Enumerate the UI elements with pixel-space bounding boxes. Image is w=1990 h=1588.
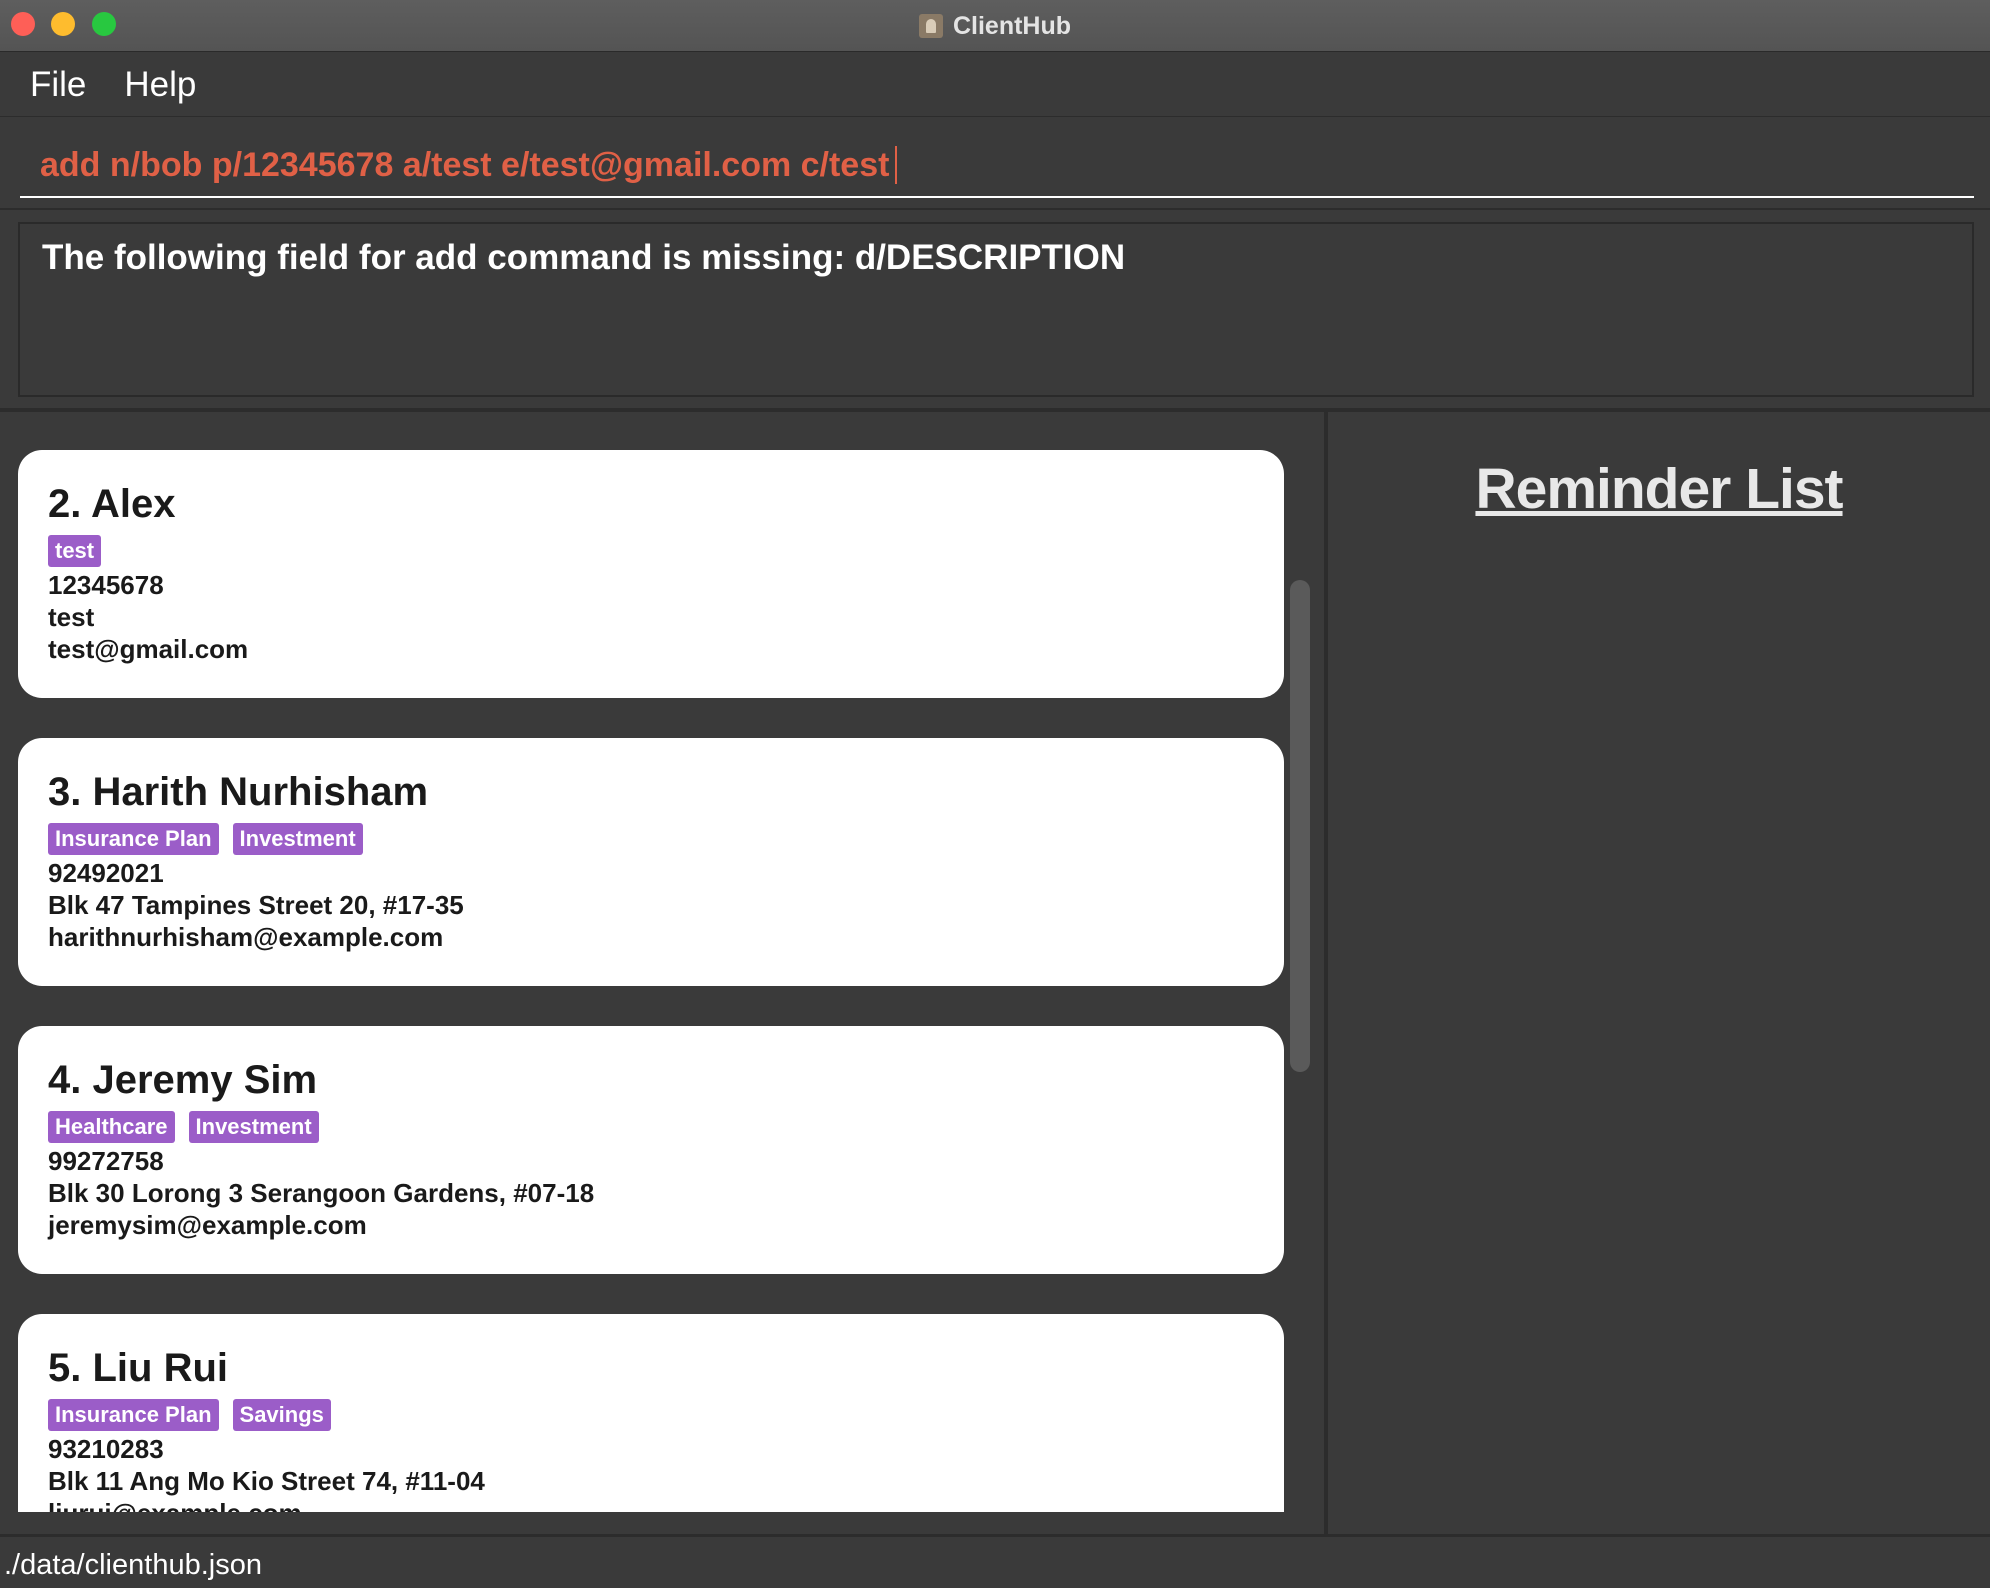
menu-file[interactable]: File [30,65,86,105]
text-caret [895,146,898,184]
reminder-list-title: Reminder List [1475,457,1843,521]
person-card[interactable]: 2. Alex test 12345678 test test@gmail.co… [18,450,1284,698]
result-message: The following field for add command is m… [42,238,1126,277]
tag: Investment [232,823,363,855]
tag-list: Insurance Plan Investment [48,823,363,855]
person-phone: 92492021 [48,858,164,888]
menu-bar: File Help [0,53,1990,117]
person-address: Blk 47 Tampines Street 20, #17-35 [48,890,464,920]
person-address: test [48,602,95,632]
tag: Healthcare [48,1111,175,1143]
person-phone: 12345678 [48,570,164,600]
person-address: Blk 30 Lorong 3 Serangoon Gardens, #07-1… [48,1178,595,1208]
menu-help[interactable]: Help [124,65,196,105]
person-name: 3. Harith Nurhisham [48,770,429,814]
tag: Investment [188,1111,319,1143]
person-name: 5. Liu Rui [48,1346,228,1390]
app-icon [918,14,943,38]
person-card[interactable]: 5. Liu Rui Insurance Plan Savings 932102… [18,1314,1284,1512]
reminder-panel: Reminder List [1328,412,1990,1534]
command-input[interactable]: add n/bob p/12345678 a/test e/test@gmail… [20,134,1974,198]
person-email: test@gmail.com [48,634,249,664]
save-file-path: ./data/clienthub.json [4,1549,262,1581]
person-card[interactable]: 3. Harith Nurhisham Insurance Plan Inves… [18,738,1284,986]
person-email: liurui@example.com [48,1498,302,1512]
tag-list: test [48,535,102,567]
person-email: harithnurhisham@example.com [48,922,444,952]
person-list[interactable]: 2. Alex test 12345678 test test@gmail.co… [0,412,1324,1512]
command-text: add n/bob p/12345678 a/test e/test@gmail… [40,145,890,184]
list-scrollbar[interactable] [1290,580,1310,1072]
person-email: jeremysim@example.com [48,1210,367,1240]
tag: Insurance Plan [48,823,219,855]
person-phone: 99272758 [48,1146,164,1176]
status-bar: ./data/clienthub.json [0,1534,1990,1588]
tag: Savings [232,1399,331,1431]
command-box: add n/bob p/12345678 a/test e/test@gmail… [0,118,1990,210]
person-address: Blk 11 Ang Mo Kio Street 74, #11-04 [48,1466,485,1496]
tag-list: Insurance Plan Savings [48,1399,331,1431]
tag-list: Healthcare Investment [48,1111,319,1143]
person-name: 2. Alex [48,482,176,526]
person-name: 4. Jeremy Sim [48,1058,318,1102]
result-display[interactable]: The following field for add command is m… [18,222,1974,397]
person-phone: 93210283 [48,1434,164,1464]
window-titlebar: ClientHub [0,0,1990,52]
tag: Insurance Plan [48,1399,219,1431]
tag: test [48,535,102,567]
window-title: ClientHub [952,11,1072,40]
person-card[interactable]: 4. Jeremy Sim Healthcare Investment 9927… [18,1026,1284,1274]
